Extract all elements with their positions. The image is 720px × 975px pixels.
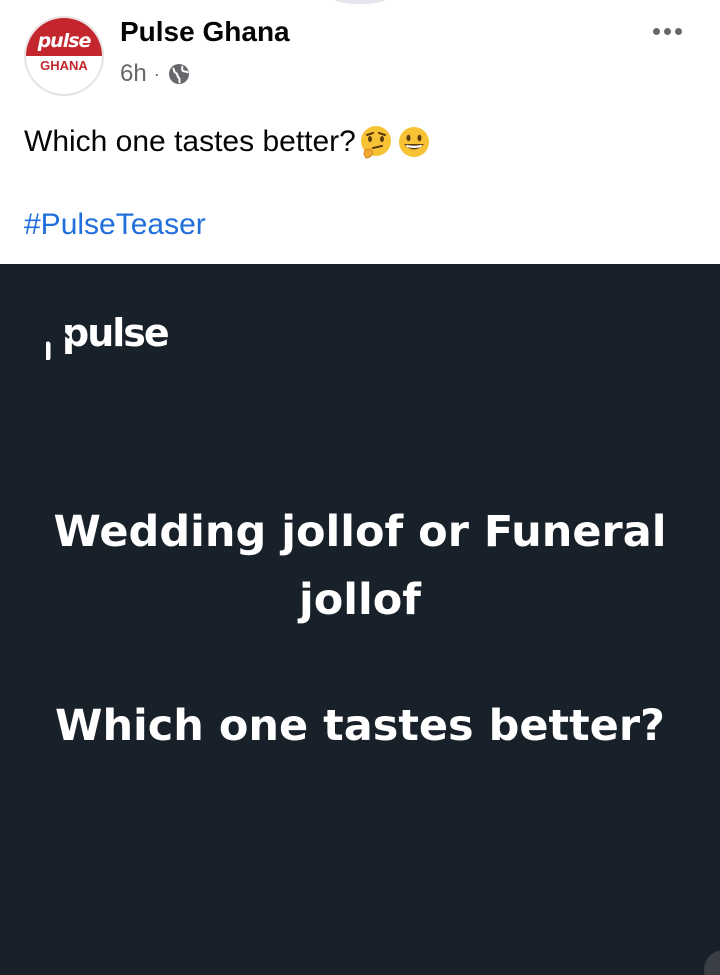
post-image[interactable]: pulse Wedding jollof or Funeral jollof W… [0, 264, 720, 975]
post-text: Which one tastes better? [24, 124, 432, 160]
grinning-face-emoji [398, 127, 429, 157]
more-options-icon[interactable] [644, 18, 690, 44]
hashtag-link[interactable]: #PulseTeaser [24, 208, 206, 242]
pulse-logo-icon: pulse [46, 311, 170, 360]
meta-separator: · [153, 63, 160, 84]
image-question: Which one tastes better? [55, 701, 665, 751]
thinking-face-emoji [360, 126, 391, 159]
globe-icon [168, 64, 189, 84]
post-time[interactable]: 6h [120, 60, 147, 88]
svg-text:pulse: pulse [62, 311, 168, 355]
image-headline: Wedding jollof or Funeral jollof [53, 507, 667, 625]
post-header: pulse GHANA Pulse Ghana 6h · [0, 0, 720, 110]
post-caption: Which one tastes better? [24, 125, 356, 158]
post-meta: 6h · [120, 60, 191, 88]
author-name[interactable]: Pulse Ghana [120, 16, 290, 48]
avatar-brand-text: pulse [37, 30, 92, 52]
avatar[interactable]: pulse GHANA [24, 16, 104, 96]
avatar-sub-text: GHANA [40, 57, 88, 73]
